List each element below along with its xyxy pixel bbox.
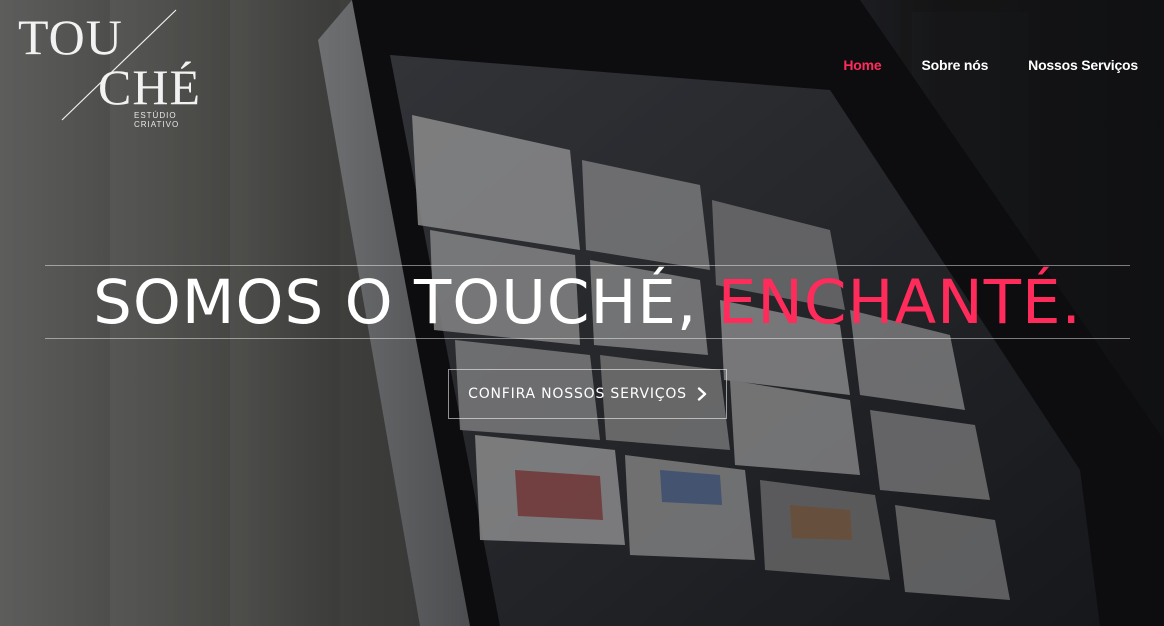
main-nav: Home Sobre nós Nossos Serviços [843,57,1138,73]
cta-label: CONFIRA NOSSOS SERVIÇOS [468,386,687,402]
nav-item-home[interactable]: Home [843,57,881,73]
headline-accent: ENCHANTÉ. [717,266,1082,338]
hero-headline: SOMOS O TOUCHÉ, ENCHANTÉ. [45,265,1130,339]
logo-text-line2: CHÉ [98,59,201,115]
services-cta-button[interactable]: CONFIRA NOSSOS SERVIÇOS [448,369,727,419]
logo-tagline: ESTÚDIO CRIATIVO [134,111,180,129]
headline-main: SOMOS O TOUCHÉ, [93,266,718,338]
brand-logo[interactable]: TOU CHÉ ESTÚDIO CRIATIVO [16,8,221,129]
chevron-right-icon [697,387,707,401]
nav-item-nossos-servicos[interactable]: Nossos Serviços [1028,57,1138,73]
nav-item-sobre-nos[interactable]: Sobre nós [922,57,989,73]
